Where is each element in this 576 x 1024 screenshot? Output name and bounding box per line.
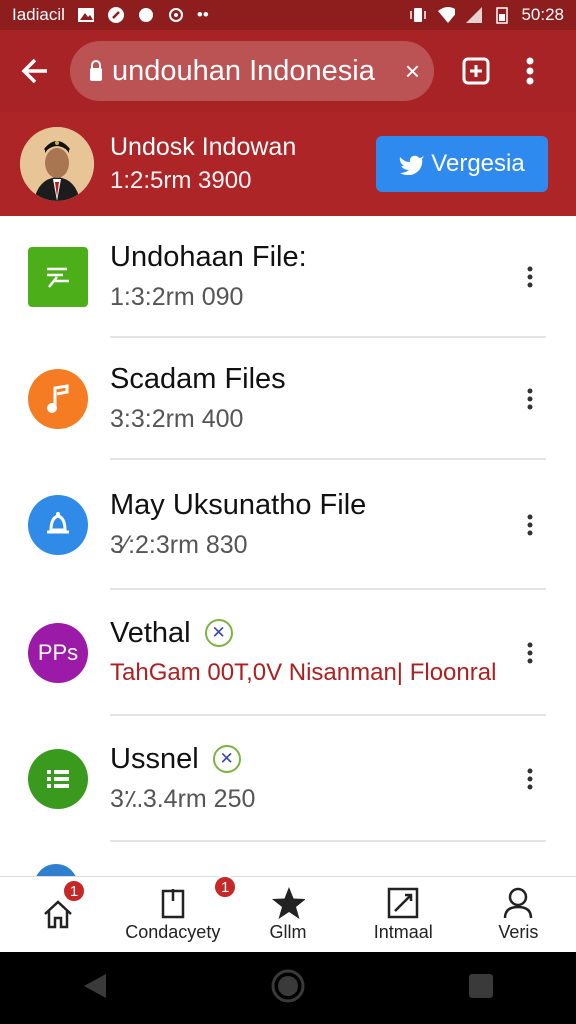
music-note-icon <box>28 369 88 429</box>
bottom-navigation: 1 Condacyety 1 Gllm Intmaal Veris <box>0 875 576 952</box>
arrow-left-icon <box>21 58 47 84</box>
file-title: May Uksunatho File <box>110 489 367 521</box>
clipboard-icon <box>156 886 190 920</box>
notification-icon <box>107 6 125 24</box>
file-subtitle: 3؉3.4rm 250 <box>110 785 256 813</box>
list-item[interactable]: PPs Vethal ✕ TahGam 00T,0V Nisanman| Flo… <box>0 590 576 716</box>
nav-home[interactable]: 1 <box>0 877 115 952</box>
list-item[interactable]: Scadam Files 3:3:2rm 400 <box>0 338 576 460</box>
pps-icon-text: PPs <box>37 640 79 665</box>
bird-icon <box>400 155 425 175</box>
vibrate-icon <box>409 6 427 24</box>
pps-icon: PPs <box>28 623 88 683</box>
dot-icon <box>137 6 155 24</box>
profile-meta: 1:2:5rm 3900 <box>110 167 252 194</box>
wifi-icon <box>437 6 456 24</box>
carrier-label: Iadiacil <box>12 5 65 24</box>
file-title: Undohaan File: <box>110 241 307 273</box>
person-icon <box>501 886 535 920</box>
star-icon <box>271 886 305 920</box>
clear-icon[interactable]: × <box>405 56 420 87</box>
follow-button[interactable]: Vergesia <box>376 136 548 192</box>
more-vert-icon <box>527 388 533 410</box>
nav-label: Intmaal <box>373 922 433 942</box>
lock-icon <box>88 59 108 83</box>
document-icon <box>28 247 88 307</box>
file-subtitle: TahGam 00T,0V Nisanman| Floonral <box>110 659 497 686</box>
battery-icon <box>493 6 511 24</box>
sync-icon <box>167 6 185 24</box>
add-box-icon <box>462 57 490 85</box>
file-subtitle: 3⁄:2:3rm 830 <box>110 531 248 559</box>
shared-badge-icon: ✕ <box>212 745 241 773</box>
edit-box-icon <box>386 886 420 920</box>
item-menu-button[interactable] <box>510 495 550 555</box>
nav-label: Veris <box>498 922 539 942</box>
file-title: Scadam Files <box>110 363 286 395</box>
nav-veris[interactable]: Veris <box>461 877 576 952</box>
item-menu-button[interactable] <box>510 623 550 683</box>
file-icon <box>34 864 78 876</box>
search-input[interactable]: undouhan Indonesia <box>112 55 401 88</box>
notification-badge: 1 <box>62 879 86 903</box>
system-navigation-bar <box>0 952 576 1024</box>
system-recents-button[interactable] <box>466 971 496 1006</box>
status-bar: Iadiacil •• 50:28 <box>0 0 576 30</box>
app-bar: undouhan Indonesia × <box>0 30 576 112</box>
list-item[interactable]: Ussnel ✕ 3؉3.4rm 250 <box>0 716 576 842</box>
profile-name: Undosk Indowan <box>110 133 297 161</box>
back-button[interactable] <box>0 30 70 112</box>
more-vert-icon <box>527 266 533 288</box>
file-title: Vethal ✕ <box>110 613 510 653</box>
nav-intmaal[interactable]: Intmaal <box>346 877 461 952</box>
item-menu-button[interactable] <box>510 749 550 809</box>
file-subtitle: 1:3:2rm 090 <box>110 283 244 311</box>
nav-gllm[interactable]: Gllm <box>230 877 345 952</box>
bell-icon <box>28 495 88 555</box>
list-item[interactable]: May Uksunatho File 3⁄:2:3rm 830 <box>0 460 576 590</box>
nav-label: Gllm <box>269 922 307 942</box>
profile-header: Undosk Indowan 1:2:5rm 3900 Vergesia <box>0 112 576 216</box>
more-vert-icon <box>527 514 533 536</box>
list-icon <box>28 749 88 809</box>
square-recents-icon <box>469 973 493 998</box>
more-vert-icon <box>527 768 533 790</box>
signal-icon <box>465 6 483 24</box>
file-list: Undohaan File: 1:3:2rm 090 Scadam Files … <box>0 216 576 876</box>
more-vert-icon <box>527 642 533 664</box>
search-field[interactable]: undouhan Indonesia × <box>70 41 434 101</box>
file-title-text: Vethal <box>110 617 191 649</box>
file-title: Ussnel ✕ <box>110 739 510 779</box>
overflow-menu-button[interactable] <box>506 30 554 112</box>
triangle-back-icon <box>84 973 106 998</box>
list-item[interactable]: Undohaan File: 1:3:2rm 090 <box>0 216 576 338</box>
circle-home-icon <box>271 969 305 1002</box>
nav-condacyety[interactable]: Condacyety 1 <box>115 875 238 952</box>
item-menu-button[interactable] <box>510 369 550 429</box>
gallery-icon <box>77 6 95 24</box>
system-home-button[interactable] <box>270 968 306 1009</box>
more-notifications-icon: •• <box>196 5 209 24</box>
clock: 50:28 <box>521 5 564 24</box>
shared-badge-icon: ✕ <box>204 619 233 647</box>
item-menu-button[interactable] <box>510 247 550 307</box>
file-subtitle: 3:3:2rm 400 <box>110 405 244 433</box>
list-item-partial[interactable] <box>0 842 576 876</box>
new-tab-button[interactable] <box>446 30 506 112</box>
avatar[interactable] <box>20 127 94 201</box>
follow-label: Vergesia <box>431 150 525 177</box>
more-vert-icon <box>526 57 534 85</box>
system-back-button[interactable] <box>80 971 110 1006</box>
nav-label: Condacyety <box>125 922 221 942</box>
file-title-text: Ussnel <box>110 743 199 775</box>
